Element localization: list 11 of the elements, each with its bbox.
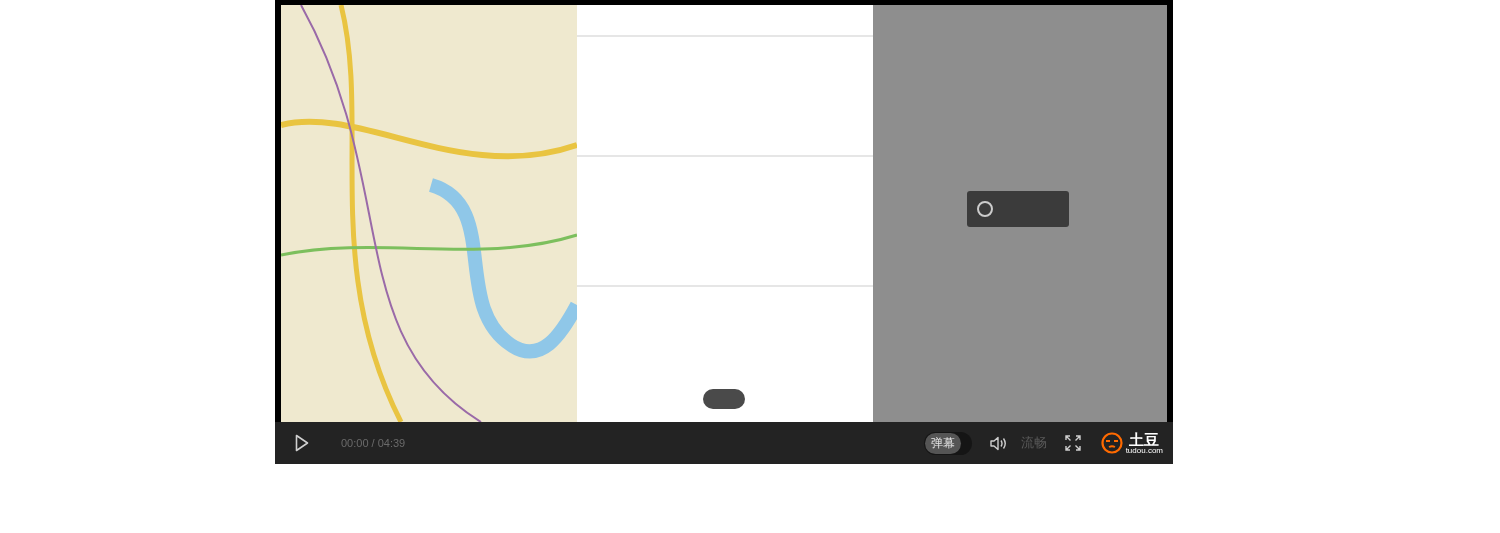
danmaku-toggle[interactable]: 弹幕 (923, 431, 972, 455)
fullscreen-button[interactable] (1064, 435, 1081, 451)
logo-domain: tudou.com (1125, 446, 1163, 455)
fullscreen-icon (1064, 435, 1081, 451)
time-display: 00:00 / 04:39 (341, 437, 406, 449)
play-icon (295, 434, 309, 452)
logo-name: 土豆 (1129, 431, 1160, 447)
volume-icon (989, 435, 1007, 451)
volume-button[interactable] (989, 435, 1007, 451)
play-button[interactable] (295, 433, 311, 453)
smiley-logo-icon (1100, 432, 1123, 454)
